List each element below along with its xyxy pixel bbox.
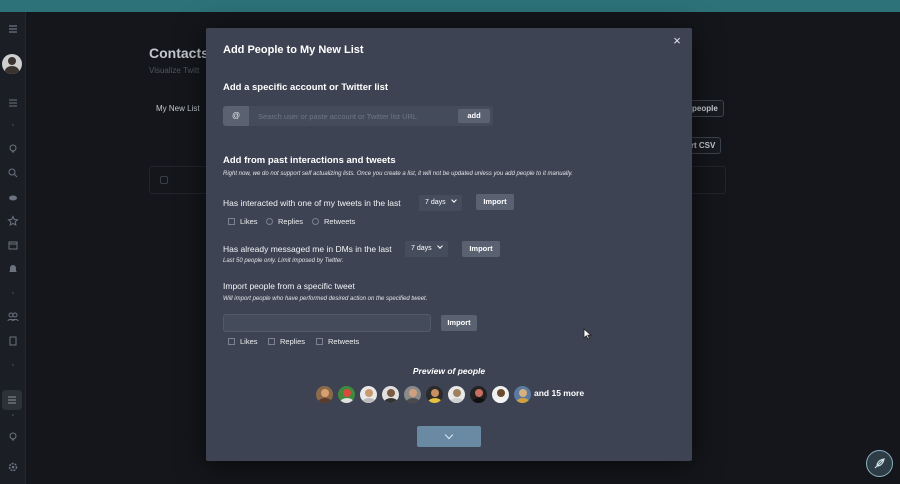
- select-all-checkbox[interactable]: [160, 176, 168, 184]
- sidebar: [0, 12, 26, 484]
- checkbox-box: [268, 338, 275, 345]
- messaged-label: Has already messaged me in DMs in the la…: [223, 244, 392, 254]
- account-search-group: @ add: [223, 106, 493, 126]
- sidebar-divider: [12, 414, 14, 416]
- interacted-period-select[interactable]: 7 days: [419, 195, 462, 211]
- chevron-down-icon: [450, 197, 457, 203]
- avatar: [381, 385, 400, 404]
- checkbox-box: [316, 338, 323, 345]
- avatar: [447, 385, 466, 404]
- modal-title: Add People to My New List: [223, 44, 364, 56]
- checkbox-label: Likes: [240, 217, 258, 226]
- lightbulb-icon[interactable]: [6, 430, 20, 444]
- chevron-down-icon: [444, 430, 454, 440]
- feather-icon: [874, 458, 885, 469]
- sidebar-active-item[interactable]: [2, 390, 22, 410]
- tweet-import-button[interactable]: Import: [441, 315, 477, 331]
- specific-tweet-heading: Import people from a specific tweet: [223, 281, 355, 291]
- radio-box: [266, 218, 273, 225]
- radio-box: [312, 218, 319, 225]
- avatar: [491, 385, 510, 404]
- add-people-modal: Add People to My New List × Add a specif…: [206, 28, 692, 461]
- specific-tweet-note: Will import people who have performed de…: [223, 296, 428, 302]
- sidebar-divider: [12, 364, 14, 366]
- lightbulb-icon[interactable]: [6, 142, 20, 156]
- messaged-period-value: 7 days: [411, 245, 432, 252]
- menu-icon[interactable]: [6, 22, 20, 36]
- settings-gear-icon[interactable]: [6, 460, 20, 474]
- avatar: [359, 385, 378, 404]
- avatar: [337, 385, 356, 404]
- sidebar-divider: [12, 292, 14, 294]
- star-icon[interactable]: [6, 214, 20, 228]
- document-icon[interactable]: [6, 334, 20, 348]
- page-title: Contacts: [149, 45, 209, 61]
- checkbox-label: Retweets: [328, 337, 360, 346]
- tweet-likes-checkbox[interactable]: Likes: [228, 337, 258, 346]
- top-accent-bar: [0, 0, 900, 12]
- preview-more-count: and 15 more: [534, 388, 585, 398]
- checkbox-box: [228, 338, 235, 345]
- avatar: [403, 385, 422, 404]
- sidebar-divider: [12, 124, 14, 126]
- tweet-url-input[interactable]: [223, 314, 431, 332]
- avatar: [315, 385, 334, 404]
- avatar: [425, 385, 444, 404]
- user-avatar[interactable]: [2, 54, 22, 74]
- preview-title: Preview of people: [412, 366, 486, 376]
- tweet-replies-checkbox[interactable]: Replies: [268, 337, 305, 346]
- interacted-likes-checkbox[interactable]: Likes: [228, 217, 258, 226]
- interacted-label: Has interacted with one of my tweets in …: [223, 198, 401, 208]
- cloud-icon[interactable]: [6, 190, 20, 204]
- interacted-replies-radio[interactable]: Replies: [266, 217, 303, 226]
- list-icon[interactable]: [6, 96, 20, 110]
- submit-button[interactable]: [417, 426, 481, 447]
- close-icon[interactable]: ×: [671, 34, 683, 47]
- past-interactions-note: Right now, we do not support self actual…: [223, 171, 573, 177]
- chevron-down-icon: [436, 243, 443, 249]
- radio-label: Retweets: [324, 217, 356, 226]
- interacted-period-value: 7 days: [425, 199, 446, 206]
- section-heading-account: Add a specific account or Twitter list: [223, 82, 389, 93]
- checkbox-label: Replies: [280, 337, 306, 346]
- interacted-import-button[interactable]: Import: [476, 194, 514, 210]
- radio-label: Replies: [278, 217, 304, 226]
- avatar: [513, 385, 532, 404]
- bell-icon[interactable]: [6, 262, 20, 276]
- checkbox-label: Likes: [240, 337, 258, 346]
- section-heading-past: Add from past interactions and tweets: [223, 155, 396, 166]
- list-tab[interactable]: My New List: [156, 104, 200, 113]
- archive-icon[interactable]: [6, 238, 20, 252]
- account-search-input[interactable]: [249, 106, 454, 126]
- checkbox-box: [228, 218, 235, 225]
- messaged-limit-note: Last 50 people only. Limit imposed by Tw…: [223, 258, 344, 264]
- tweet-retweets-checkbox[interactable]: Retweets: [316, 337, 359, 346]
- page-subtitle: Visualize Twitt: [149, 66, 200, 75]
- avatar: [469, 385, 488, 404]
- messaged-import-button[interactable]: Import: [462, 241, 500, 257]
- search-icon[interactable]: [6, 166, 20, 180]
- users-icon[interactable]: [6, 310, 20, 324]
- interacted-retweets-radio[interactable]: Retweets: [312, 217, 355, 226]
- add-account-button[interactable]: add: [458, 109, 490, 123]
- feather-compose-button[interactable]: [866, 450, 893, 477]
- messaged-period-select[interactable]: 7 days: [405, 241, 448, 257]
- at-sign-icon: @: [223, 106, 249, 126]
